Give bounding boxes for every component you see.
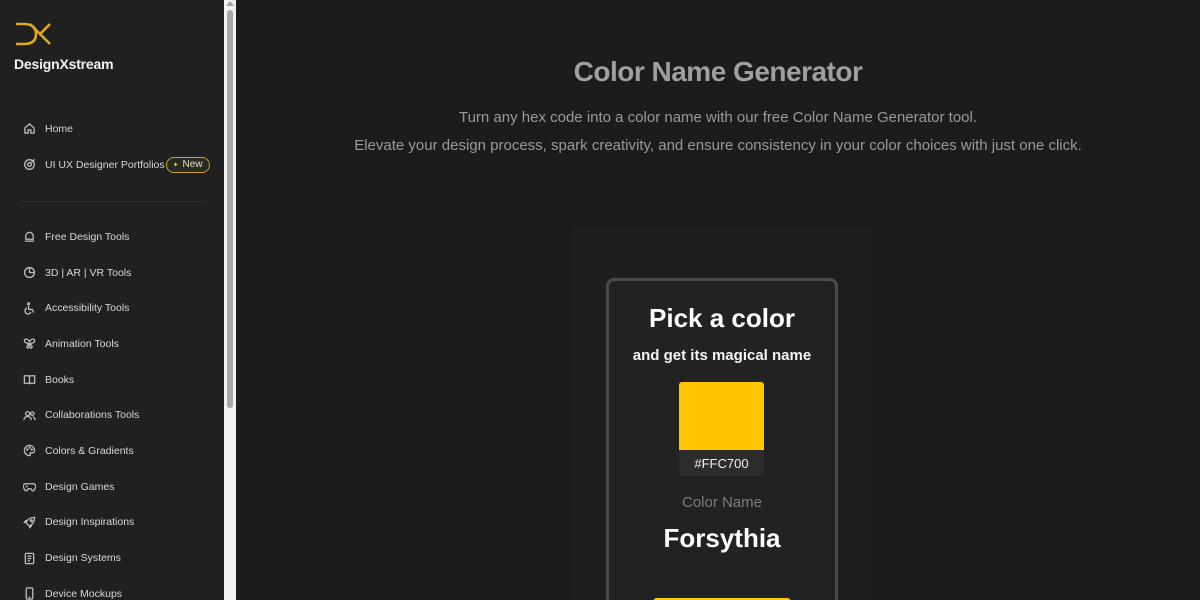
- sidebar-item-accessibility-tools[interactable]: Accessibility Tools: [0, 290, 224, 326]
- sidebar-scrollbar[interactable]: [224, 0, 236, 600]
- sidebar-item-label: Design Games: [45, 480, 115, 493]
- sidebar-item-label: Device Mockups: [45, 587, 123, 600]
- rocket-icon: [22, 515, 36, 529]
- sphere-icon: [22, 266, 36, 280]
- sidebar-item-label: Accessibility Tools: [45, 302, 130, 315]
- palette-icon: [22, 444, 36, 458]
- sidebar-item-design-games[interactable]: Design Games: [0, 469, 224, 505]
- new-badge: ✦ New: [165, 156, 210, 173]
- subtitle-line-2: Elevate your design process, spark creat…: [354, 136, 1082, 154]
- sidebar-item-label: Colors & Gradients: [45, 444, 134, 457]
- sidebar-item-label: Free Design Tools: [45, 230, 130, 243]
- sidebar-item-label: Animation Tools: [45, 337, 119, 350]
- sidebar-item-label: Design Systems: [45, 552, 121, 565]
- page-subtitle: Turn any hex code into a color name with…: [348, 104, 1088, 159]
- sidebar-item-design-systems[interactable]: Design Systems: [0, 540, 224, 576]
- home-icon: [22, 122, 36, 136]
- sidebar-item-label: Design Inspirations: [45, 516, 135, 529]
- target-icon: [22, 158, 36, 172]
- sidebar-item-device-mockups[interactable]: Device Mockups: [0, 576, 224, 600]
- sidebar-item-label: Books: [45, 373, 75, 386]
- brand-name[interactable]: DesignXstream: [14, 56, 114, 72]
- sidebar-item-books[interactable]: Books: [0, 362, 224, 398]
- sidebar-item-home[interactable]: Home: [0, 111, 224, 147]
- phone-icon: [22, 587, 36, 600]
- wheelchair-icon: [22, 301, 36, 315]
- sidebar-item-animation-tools[interactable]: Animation Tools: [0, 326, 224, 362]
- color-picker-card: Pick a color and get its magical name #F…: [606, 278, 838, 600]
- sidebar-item-label: UI UX Designer Portfolios: [45, 158, 165, 171]
- sidebar-item-colors-gradients[interactable]: Colors & Gradients: [0, 433, 224, 469]
- sidebar-top-nav: Home UI UX Designer Portfolios ✦ New: [0, 111, 224, 182]
- butterfly-icon: [22, 337, 36, 351]
- sidebar-item-3d-ar-vr-tools[interactable]: 3D | AR | VR Tools: [0, 255, 224, 291]
- scrollbar-thumb[interactable]: [227, 10, 233, 408]
- hex-value[interactable]: #FFC700: [679, 450, 764, 476]
- bell-icon: [22, 230, 36, 244]
- card-title: Pick a color: [649, 303, 795, 333]
- page-title: Color Name Generator: [573, 56, 863, 87]
- sidebar-item-portfolios[interactable]: UI UX Designer Portfolios ✦ New: [0, 147, 224, 183]
- gamepad-icon: [22, 480, 36, 494]
- sidebar-item-free-design-tools[interactable]: Free Design Tools: [0, 219, 224, 255]
- sidebar: DesignXstream Home UI UX Designer Portfo…: [0, 0, 224, 600]
- sidebar-item-design-inspirations[interactable]: Design Inspirations: [0, 505, 224, 541]
- scroll-up-arrow-icon[interactable]: [226, 1, 234, 6]
- sidebar-item-label: 3D | AR | VR Tools: [45, 266, 132, 279]
- brand-logo-icon[interactable]: [14, 20, 54, 48]
- notebook-icon: [22, 551, 36, 565]
- star-icon: ✦: [172, 161, 179, 169]
- sidebar-item-collaborations-tools[interactable]: Collaborations Tools: [0, 397, 224, 433]
- sidebar-item-label: Home: [45, 122, 74, 135]
- subtitle-line-1: Turn any hex code into a color name with…: [458, 109, 978, 126]
- sidebar-item-label: Collaborations Tools: [45, 409, 140, 422]
- color-swatch[interactable]: [679, 382, 764, 450]
- book-icon: [22, 373, 36, 387]
- card-subtitle: and get its magical name: [632, 347, 812, 364]
- color-name: Forsythia: [663, 523, 781, 553]
- color-name-label: Color Name: [681, 494, 763, 511]
- sidebar-divider: [20, 201, 206, 202]
- sidebar-category-nav: Free Design Tools 3D | AR | VR Tools Acc…: [0, 219, 224, 600]
- main-content: Color Name Generator Turn any hex code i…: [236, 0, 1200, 600]
- users-icon: [22, 408, 36, 422]
